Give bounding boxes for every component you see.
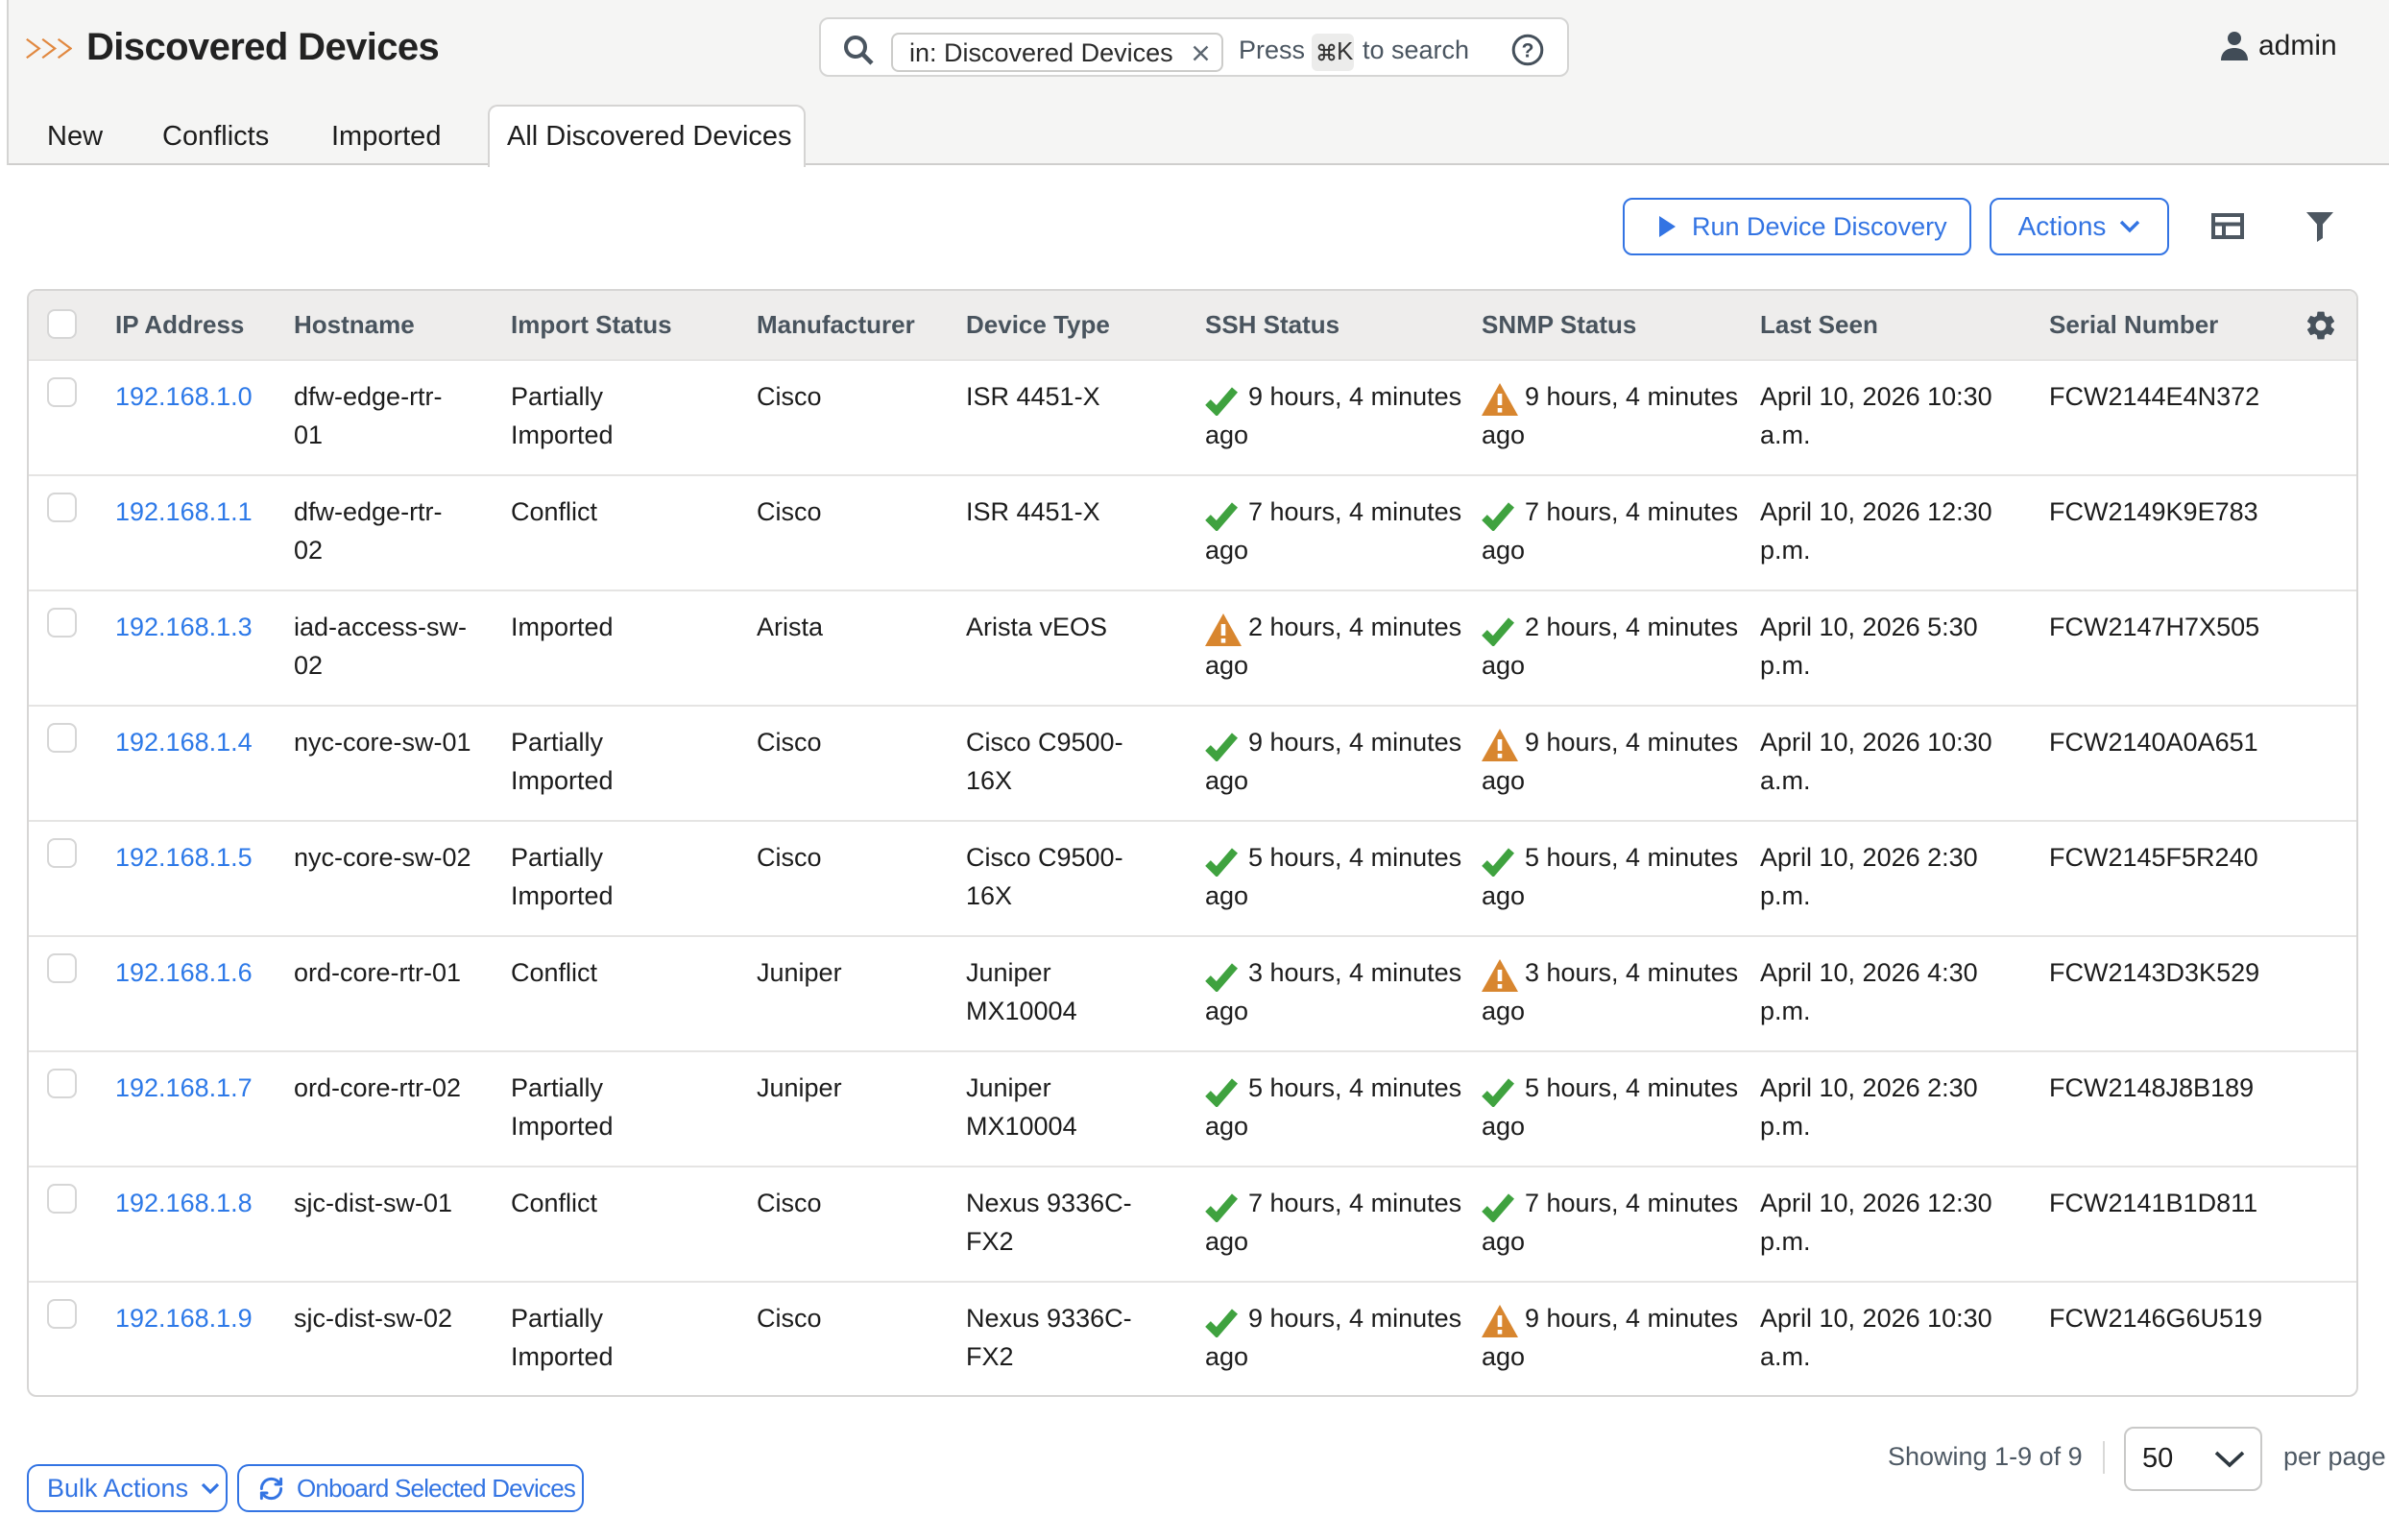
svg-text:?: ?: [1522, 40, 1534, 62]
